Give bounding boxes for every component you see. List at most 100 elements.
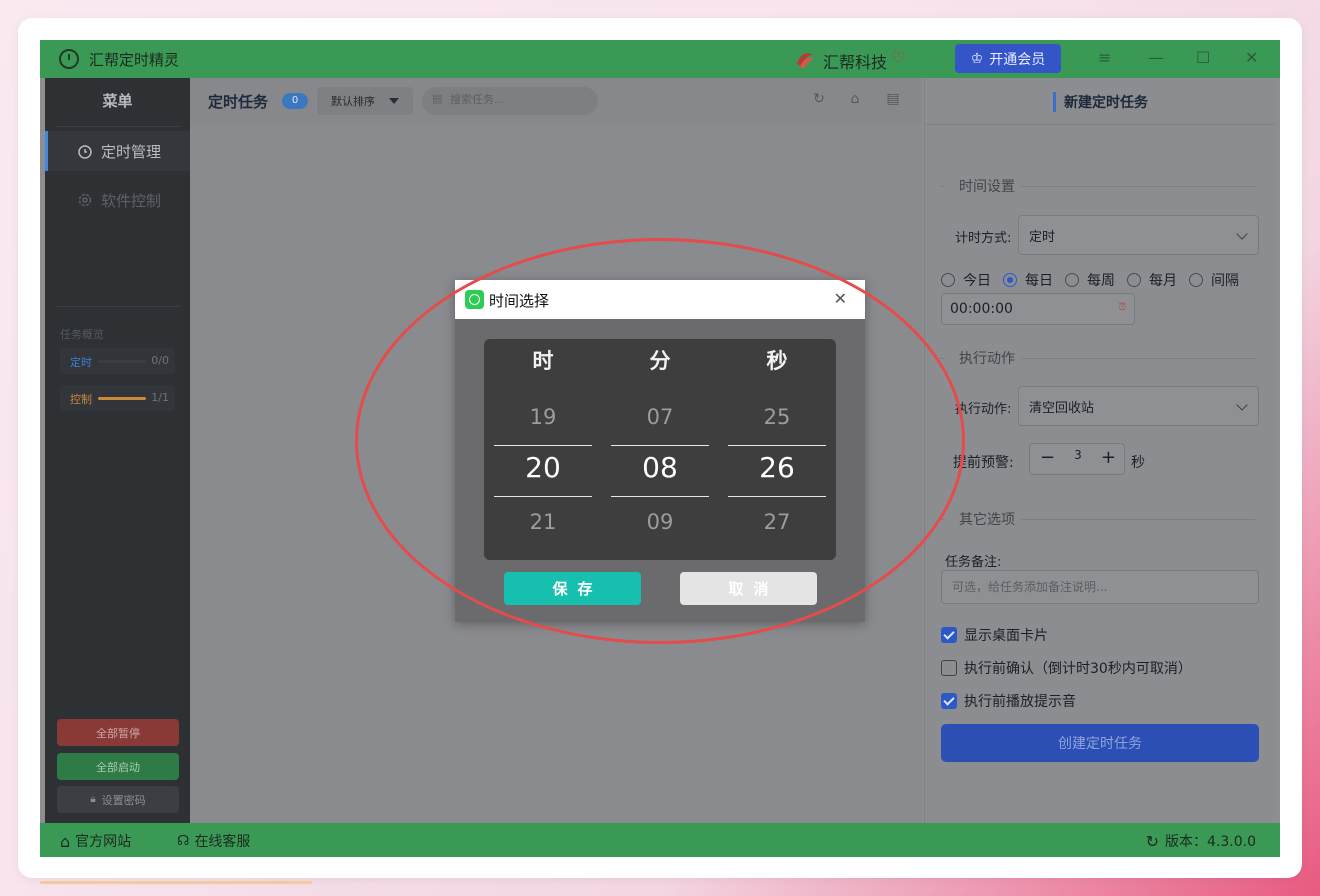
radio-today[interactable]: 今日 [941, 270, 991, 290]
section-other: 其它选项 [940, 509, 1255, 529]
note-input[interactable] [950, 579, 1250, 595]
action-select[interactable]: 清空回收站 [1018, 386, 1259, 426]
radio-interval[interactable]: 间隔 [1189, 270, 1239, 290]
time-input[interactable]: 00:00:00 ⏰︎ [941, 293, 1135, 325]
divider [940, 357, 944, 359]
selected-value[interactable]: 08 [611, 451, 709, 484]
prev-value[interactable]: 19 [494, 405, 592, 429]
divider [1021, 357, 1255, 359]
radio-daily[interactable]: 每日 [1003, 270, 1053, 290]
frequency-radios: 今日 每日 每周 每月 间隔 [941, 270, 1251, 290]
task-count-badge: 0 [282, 93, 308, 109]
divider [494, 445, 592, 446]
check-desktop-card[interactable]: 显示桌面卡片 [941, 625, 1048, 645]
caret-down-icon [389, 98, 399, 104]
warn-label: 提前预警: [953, 455, 1014, 471]
stat-value: 0/0 [151, 354, 169, 367]
new-task-panel: 新建定时任务 时间设置 计时方式: 定时 今日 每日 每周 每月 间隔 00:0… [924, 78, 1276, 823]
stat-name: 控制 [70, 393, 92, 406]
mode-value: 定时 [1029, 229, 1056, 245]
refresh-icon[interactable]: ↻ [1146, 832, 1159, 851]
prev-value[interactable]: 25 [728, 405, 826, 429]
divider [55, 126, 180, 127]
action-value: 清空回收站 [1029, 400, 1095, 416]
note-label: 任务备注: [945, 555, 1002, 570]
pause-all-button[interactable]: 全部暂停 [57, 719, 179, 746]
divider [940, 518, 944, 520]
gear-icon [78, 193, 92, 207]
log-icon[interactable]: ▤ [884, 91, 902, 109]
next-value[interactable]: 09 [611, 510, 709, 534]
stat-value: 1/1 [151, 391, 169, 404]
task-toolbar: 定时任务 0 默认排序 ▤ ↻ ⌂ ▤ [190, 78, 922, 125]
divider [55, 306, 180, 307]
clear-icon[interactable]: ⌂ [846, 91, 864, 109]
divider [611, 445, 709, 446]
warn-stepper: − 3 + [1029, 443, 1125, 475]
section-action: 执行动作 [940, 348, 1255, 368]
sort-select[interactable]: 默认排序 [317, 87, 413, 115]
section-title: 执行动作 [959, 351, 1015, 367]
home-icon: ⌂ [60, 831, 71, 851]
nav-label: 定时管理 [101, 142, 162, 161]
radio-label: 间隔 [1211, 273, 1239, 289]
close-window-icon[interactable]: ✕ [1245, 48, 1258, 67]
selected-value[interactable]: 20 [494, 451, 592, 484]
overview-title: 任务概览 [60, 328, 104, 341]
support-link[interactable]: ☊ 在线客服 [177, 831, 250, 851]
column-header: 秒 [766, 349, 788, 373]
search-icon: ▤ [432, 92, 443, 105]
vip-button[interactable]: ♔ 开通会员 [955, 44, 1061, 73]
selected-value[interactable]: 26 [728, 451, 826, 484]
search-input[interactable] [448, 92, 592, 107]
check-confirm-before[interactable]: 执行前确认（倒计时30秒内可取消） [941, 658, 1192, 678]
vip-label: 开通会员 [989, 51, 1046, 68]
create-task-button[interactable]: 创建定时任务 [941, 724, 1259, 762]
radio-label: 每日 [1025, 273, 1053, 289]
nav-label: 软件控制 [101, 191, 162, 210]
check-play-sound[interactable]: 执行前播放提示音 [941, 691, 1076, 711]
refresh-icon[interactable]: ↻ [810, 91, 828, 109]
nav-item-software-control[interactable]: 软件控制 [45, 180, 190, 220]
next-value[interactable]: 27 [728, 510, 826, 534]
cancel-button[interactable]: 取消 [680, 572, 817, 605]
maximize-icon[interactable]: ☐ [1196, 48, 1210, 67]
start-all-button[interactable]: 全部启动 [57, 753, 179, 780]
menu-icon[interactable]: ≡ [1098, 48, 1111, 67]
close-icon[interactable]: ✕ [834, 289, 847, 308]
checkbox[interactable] [941, 693, 957, 709]
radio-monthly[interactable]: 每月 [1127, 270, 1177, 290]
plus-button[interactable]: + [1101, 447, 1116, 468]
lock-icon: 🔒︎ [90, 794, 96, 805]
divider [611, 496, 709, 497]
mode-select[interactable]: 定时 [1018, 215, 1259, 255]
version-label: 版本：4.3.0.0 [1165, 834, 1256, 850]
next-value[interactable]: 21 [494, 510, 592, 534]
stat-schedule: 定时 0/0 [60, 348, 175, 374]
crown-icon: ♔ [970, 50, 984, 67]
checkbox[interactable] [941, 627, 957, 643]
check-label: 执行前播放提示音 [964, 694, 1076, 710]
minimize-icon[interactable]: — [1148, 48, 1164, 67]
link-label: 官方网站 [75, 834, 132, 850]
nav-item-schedule[interactable]: 定时管理 [45, 131, 190, 171]
button-label: 设置密码 [101, 793, 146, 807]
checkbox[interactable] [941, 660, 957, 676]
section-title: 时间设置 [959, 179, 1015, 195]
prev-value[interactable]: 07 [611, 405, 709, 429]
website-link[interactable]: ⌂ 官方网站 [60, 831, 131, 851]
dialog-header: 时间选择 ✕ [455, 280, 865, 319]
heart-icon: ♡ [891, 48, 906, 67]
radio-dot [941, 273, 955, 287]
divider [728, 445, 826, 446]
app-title: 汇帮定时精灵 [89, 51, 180, 69]
alarm-clock-icon [465, 290, 484, 309]
set-password-button[interactable]: 🔒︎ 设置密码 [57, 786, 179, 813]
sidebar: 菜单 定时管理 软件控制 任务概览 定时 0/0 控制 1/1 全部暂停 全部启… [45, 78, 190, 823]
note-field [941, 570, 1259, 604]
radio-weekly[interactable]: 每周 [1065, 270, 1115, 290]
warn-unit: 秒 [1131, 455, 1145, 471]
save-button[interactable]: 保存 [504, 572, 641, 605]
time-wheel: 时 19 20 21 分 07 08 09 秒 25 26 27 [484, 339, 836, 560]
radio-dot [1127, 273, 1141, 287]
